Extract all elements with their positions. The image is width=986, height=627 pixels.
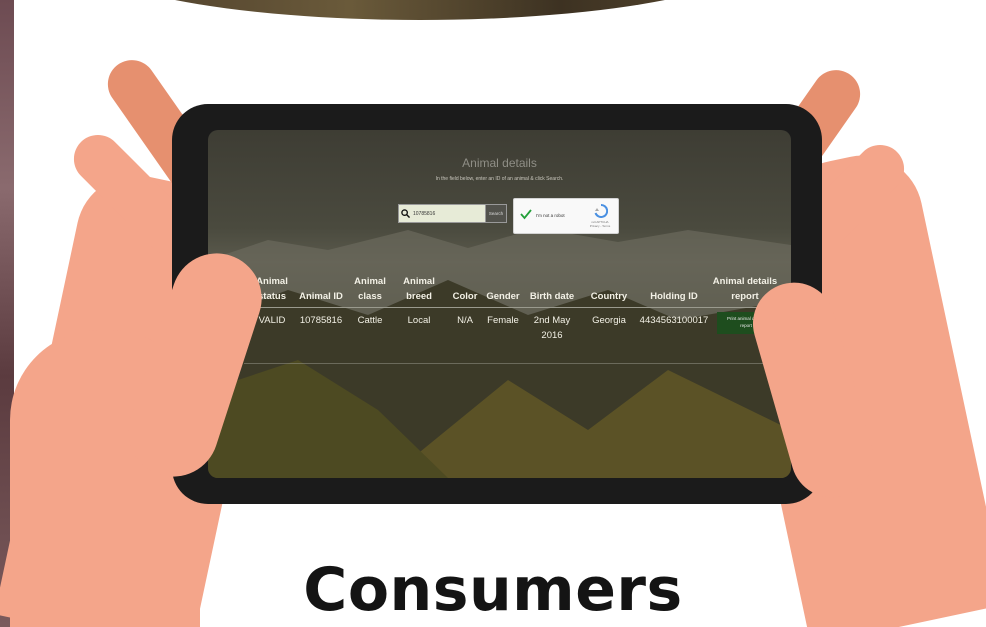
cell-animal-id: 10785816 [299,315,343,326]
col-header-animal-id: Animal ID [299,291,343,302]
cell-breed: Local [407,315,431,326]
col-header-birth-date: Birth date [529,291,575,302]
table-bottom-divider [244,363,774,364]
col-header-class: Animal class [350,274,390,304]
cell-gender: Female [487,315,519,326]
cell-birth-date: 2nd May 2016 [526,313,578,343]
col-header-breed-line1: Animal [403,276,435,287]
page-title: Animal details [462,156,537,170]
search-value: 10785816 [413,210,436,217]
tablet-screen: Animal details In the field below, enter… [208,130,791,478]
illustration: Animal details In the field below, enter… [0,0,986,627]
col-header-breed-line2: breed [406,291,432,302]
background-photo [70,0,770,20]
recaptcha-brand: reCAPTCHA Privacy - Terms [586,220,614,228]
col-header-color: Color [452,291,478,302]
col-header-breed: Animal breed [399,274,439,304]
animal-id-search-input[interactable]: 10785816 [398,204,486,223]
col-header-class-line1: Animal [354,276,386,287]
recaptcha-links[interactable]: Privacy - Terms [586,224,614,228]
recaptcha-widget[interactable]: I'm not a robot reCAPTCHA Privacy - Term… [513,198,619,234]
cell-birth-date-line1: 2nd May [533,315,571,326]
checkmark-icon [520,209,532,220]
caption: Consumers [303,555,683,625]
cell-birth-date-line2: 2016 [541,330,563,341]
table-header-divider [244,307,774,308]
search-button[interactable]: Search [485,204,507,223]
col-header-class-line2: class [358,291,382,302]
page-subtitle: In the field below, enter an ID of an an… [435,176,564,182]
search-icon [401,209,410,218]
cell-country: Georgia [592,315,626,326]
recaptcha-label: I'm not a robot [536,213,565,218]
col-header-report-line1: Animal details [712,276,778,287]
cell-class: Cattle [357,315,383,326]
cell-color: N/A [457,315,473,326]
col-header-holding-id: Holding ID [650,291,698,302]
col-header-gender: Gender [486,291,520,302]
cell-holding-id: 4434563100017 [639,315,709,326]
col-header-country: Country [590,291,628,302]
mountains [208,228,791,478]
recaptcha-icon [594,204,608,218]
